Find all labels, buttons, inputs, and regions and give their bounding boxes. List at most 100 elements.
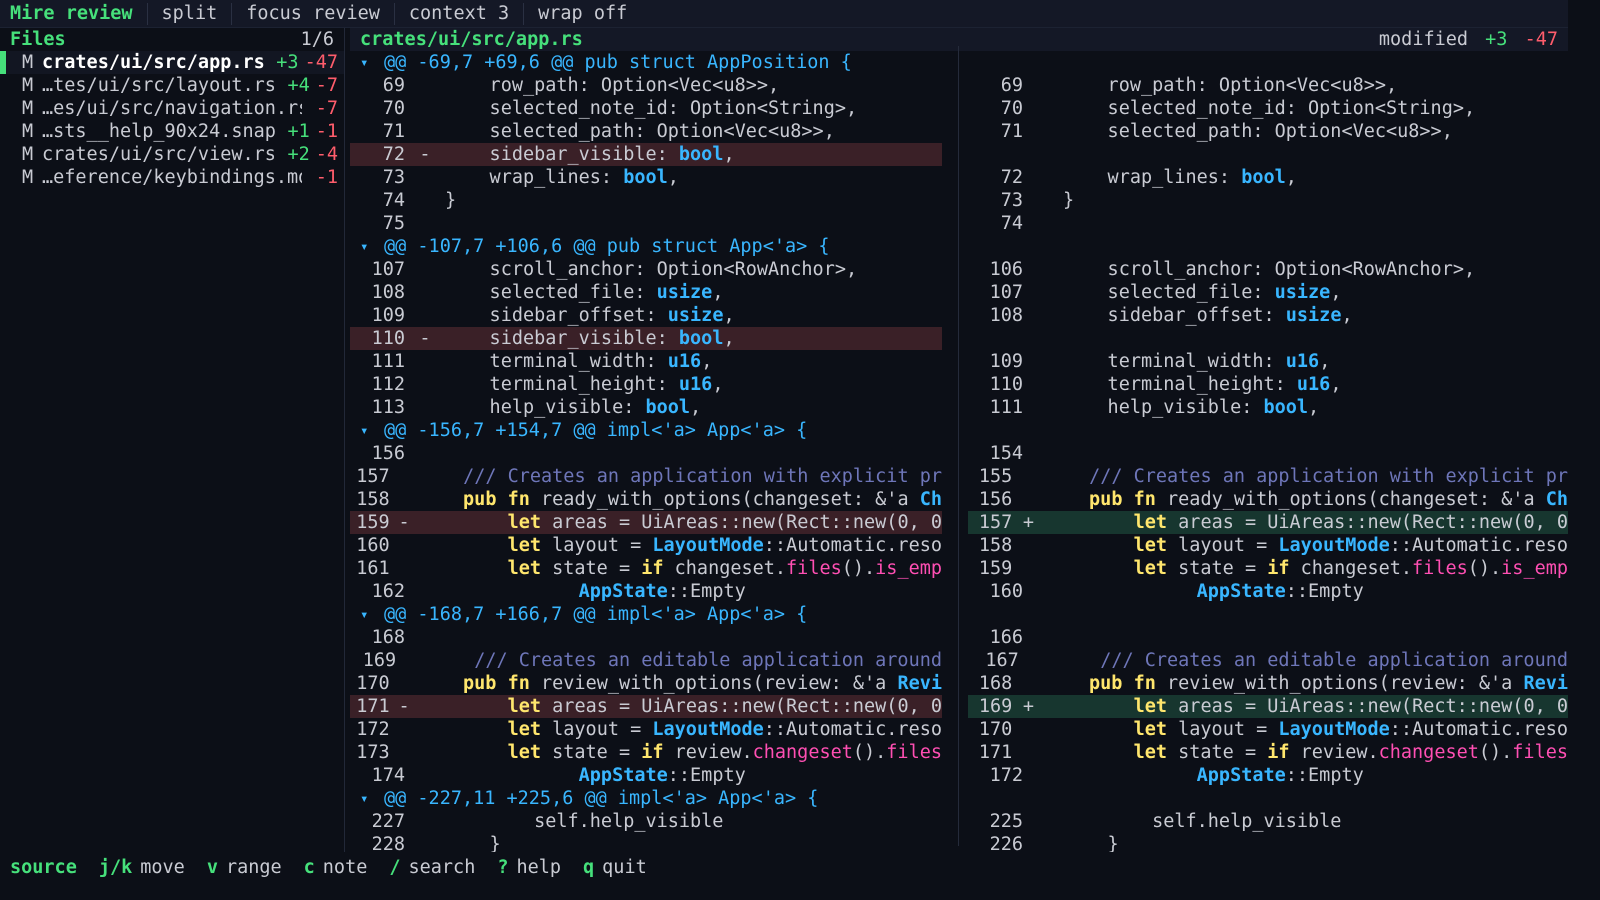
old-side-line[interactable]: 74}	[350, 189, 942, 212]
old-side-line[interactable]: 156	[350, 442, 942, 465]
chevron-down-icon[interactable]: ▾	[360, 791, 384, 807]
diff-row[interactable]: 171- let areas = UiAreas::new(Rect::new(…	[350, 695, 1568, 718]
diff-row[interactable]: 110- sidebar_visible: bool,	[350, 327, 1568, 350]
diff-row[interactable]: 160 let layout = LayoutMode::Automatic.r…	[350, 534, 1568, 557]
old-side-line[interactable]: 171- let areas = UiAreas::new(Rect::new(…	[350, 695, 942, 718]
old-side-line[interactable]: 170 pub fn review_with_options(review: &…	[350, 672, 942, 695]
new-side-line[interactable]: 159 let state = if changeset.files().is_…	[968, 557, 1568, 580]
diff-row[interactable]: 71 selected_path: Option<Vec<u8>>, 71 sel…	[350, 120, 1568, 143]
old-side-line[interactable]: 157 /// Creates an application with expl…	[350, 465, 942, 488]
new-side-line[interactable]: 106 scroll_anchor: Option<RowAnchor>,	[968, 258, 1568, 281]
diff-row[interactable]: 108 selected_file: usize, 107 selected_fi…	[350, 281, 1568, 304]
old-side-line[interactable]: 158 pub fn ready_with_options(changeset:…	[350, 488, 942, 511]
diff-row[interactable]: 112 terminal_height: u16, 110 terminal_he…	[350, 373, 1568, 396]
hunk-header[interactable]: ▾ @@ -69,7 +69,6 @@ pub struct AppPositio…	[350, 51, 1568, 74]
old-side-line[interactable]: 112 terminal_height: u16,	[350, 373, 942, 396]
tab-context[interactable]: context 3	[395, 3, 523, 24]
file-list-item[interactable]: M …eference/keybindings.md -1	[0, 166, 344, 189]
chevron-down-icon[interactable]: ▾	[360, 55, 384, 71]
diff-row[interactable]: 168 166	[350, 626, 1568, 649]
old-side-line[interactable]: 70 selected_note_id: Option<String>,	[350, 97, 942, 120]
split-divider[interactable]	[958, 46, 959, 846]
new-side-line[interactable]: 72 wrap_lines: bool,	[968, 166, 1568, 189]
old-side-line[interactable]: 159- let areas = UiAreas::new(Rect::new(…	[350, 511, 942, 534]
old-side-line[interactable]: 107 scroll_anchor: Option<RowAnchor>,	[350, 258, 942, 281]
hunk-header[interactable]: ▾ @@ -107,7 +106,6 @@ pub struct App<'a> …	[350, 235, 1568, 258]
diff-row[interactable]: 227 self.help_visible 225 self.help_visib…	[350, 810, 1568, 833]
diff-row[interactable]: 69 row_path: Option<Vec<u8>>, 69 row_path…	[350, 74, 1568, 97]
new-side-line[interactable]: 167 /// Creates an editable application …	[968, 649, 1568, 672]
old-side-line[interactable]: 111 terminal_width: u16,	[350, 350, 942, 373]
diff-row[interactable]: 170 pub fn review_with_options(review: &…	[350, 672, 1568, 695]
diff-row[interactable]: 159- let areas = UiAreas::new(Rect::new(…	[350, 511, 1568, 534]
old-side-line[interactable]: 71 selected_path: Option<Vec<u8>>,	[350, 120, 942, 143]
new-side-line[interactable]: 169 + let areas = UiAreas::new(Rect::new(…	[968, 695, 1568, 718]
old-side-line[interactable]: 169 /// Creates an editable application …	[350, 649, 942, 672]
old-side-line[interactable]: 75	[350, 212, 942, 235]
diff-row[interactable]: 75 74	[350, 212, 1568, 235]
diff-row[interactable]: 74} 73}	[350, 189, 1568, 212]
new-side-line[interactable]	[968, 143, 1568, 166]
tab-focus-review[interactable]: focus review	[232, 3, 394, 24]
diff-row[interactable]: 70 selected_note_id: Option<String>, 70 s…	[350, 97, 1568, 120]
new-side-line[interactable]: 170 let layout = LayoutMode::Automatic.r…	[968, 718, 1568, 741]
old-side-line[interactable]: 160 let layout = LayoutMode::Automatic.r…	[350, 534, 942, 557]
diff-row[interactable]: 107 scroll_anchor: Option<RowAnchor>, 106…	[350, 258, 1568, 281]
old-side-line[interactable]: 162 AppState::Empty	[350, 580, 942, 603]
diff-row[interactable]: 174 AppState::Empty 172 AppState::Empty	[350, 764, 1568, 787]
old-side-line[interactable]: 69 row_path: Option<Vec<u8>>,	[350, 74, 942, 97]
new-side-line[interactable]: 166	[968, 626, 1568, 649]
old-side-line[interactable]: 109 sidebar_offset: usize,	[350, 304, 942, 327]
old-side-line[interactable]: 73 wrap_lines: bool,	[350, 166, 942, 189]
new-side-line[interactable]: 157 + let areas = UiAreas::new(Rect::new(…	[968, 511, 1568, 534]
new-side-line[interactable]: 160 AppState::Empty	[968, 580, 1568, 603]
new-side-line[interactable]: 107 selected_file: usize,	[968, 281, 1568, 304]
old-side-line[interactable]: 113 help_visible: bool,	[350, 396, 942, 419]
diff-row[interactable]: 157 /// Creates an application with expl…	[350, 465, 1568, 488]
diff-row[interactable]: 173 let state = if review.changeset().fi…	[350, 741, 1568, 764]
file-list-item[interactable]: Mcrates/ui/src/app.rs +3 -47	[0, 51, 344, 74]
diff-row[interactable]: 158 pub fn ready_with_options(changeset:…	[350, 488, 1568, 511]
diff-row[interactable]: 111 terminal_width: u16, 109 terminal_wid…	[350, 350, 1568, 373]
old-side-line[interactable]: 228 }	[350, 833, 942, 852]
chevron-down-icon[interactable]: ▾	[360, 607, 384, 623]
diff-row[interactable]: 113 help_visible: bool, 111 help_visible:…	[350, 396, 1568, 419]
new-side-line[interactable]: 71 selected_path: Option<Vec<u8>>,	[968, 120, 1568, 143]
diff-row[interactable]: 73 wrap_lines: bool, 72 wrap_lines: bool,	[350, 166, 1568, 189]
new-side-line[interactable]: 111 help_visible: bool,	[968, 396, 1568, 419]
new-side-line[interactable]: 108 sidebar_offset: usize,	[968, 304, 1568, 327]
diff-row[interactable]: 169 /// Creates an editable application …	[350, 649, 1568, 672]
old-side-line[interactable]: 72- sidebar_visible: bool,	[350, 143, 942, 166]
diff-row[interactable]: 72- sidebar_visible: bool,	[350, 143, 1568, 166]
hunk-header[interactable]: ▾ @@ -168,7 +166,7 @@ impl<'a> App<'a> {	[350, 603, 1568, 626]
new-side-line[interactable]: 154	[968, 442, 1568, 465]
old-side-line[interactable]: 110- sidebar_visible: bool,	[350, 327, 942, 350]
new-side-line[interactable]: 156 pub fn ready_with_options(changeset:…	[968, 488, 1568, 511]
file-list-item[interactable]: Mcrates/ui/src/view.rs +2 -4	[0, 143, 344, 166]
old-side-line[interactable]: 168	[350, 626, 942, 649]
new-side-line[interactable]: 171 let state = if review.changeset().fi…	[968, 741, 1568, 764]
diff-row[interactable]: 161 let state = if changeset.files().is_…	[350, 557, 1568, 580]
old-side-line[interactable]: 227 self.help_visible	[350, 810, 942, 833]
hunk-header[interactable]: ▾ @@ -227,11 +225,6 @@ impl<'a> App<'a> {	[350, 787, 1568, 810]
chevron-down-icon[interactable]: ▾	[360, 239, 384, 255]
diff-row[interactable]: 172 let layout = LayoutMode::Automatic.r…	[350, 718, 1568, 741]
new-side-line[interactable]: 69 row_path: Option<Vec<u8>>,	[968, 74, 1568, 97]
diff-row[interactable]: 228 } 226 }	[350, 833, 1568, 852]
new-side-line[interactable]: 74	[968, 212, 1568, 235]
old-side-line[interactable]: 172 let layout = LayoutMode::Automatic.r…	[350, 718, 942, 741]
new-side-line[interactable]: 158 let layout = LayoutMode::Automatic.r…	[968, 534, 1568, 557]
file-list-item[interactable]: M …es/ui/src/navigation.rs -7	[0, 97, 344, 120]
new-side-line[interactable]: 73}	[968, 189, 1568, 212]
new-side-line[interactable]: 226 }	[968, 833, 1568, 852]
new-side-line[interactable]: 110 terminal_height: u16,	[968, 373, 1568, 396]
new-side-line[interactable]: 109 terminal_width: u16,	[968, 350, 1568, 373]
file-list-item[interactable]: M …sts__help_90x24.snap +1 -1	[0, 120, 344, 143]
tab-split[interactable]: split	[148, 3, 232, 24]
new-side-line[interactable]: 155 /// Creates an application with expl…	[968, 465, 1568, 488]
old-side-line[interactable]: 108 selected_file: usize,	[350, 281, 942, 304]
tab-wrap[interactable]: wrap off	[524, 3, 641, 24]
old-side-line[interactable]: 174 AppState::Empty	[350, 764, 942, 787]
new-side-line[interactable]: 225 self.help_visible	[968, 810, 1568, 833]
diff-row[interactable]: 162 AppState::Empty 160 AppState::Empty	[350, 580, 1568, 603]
